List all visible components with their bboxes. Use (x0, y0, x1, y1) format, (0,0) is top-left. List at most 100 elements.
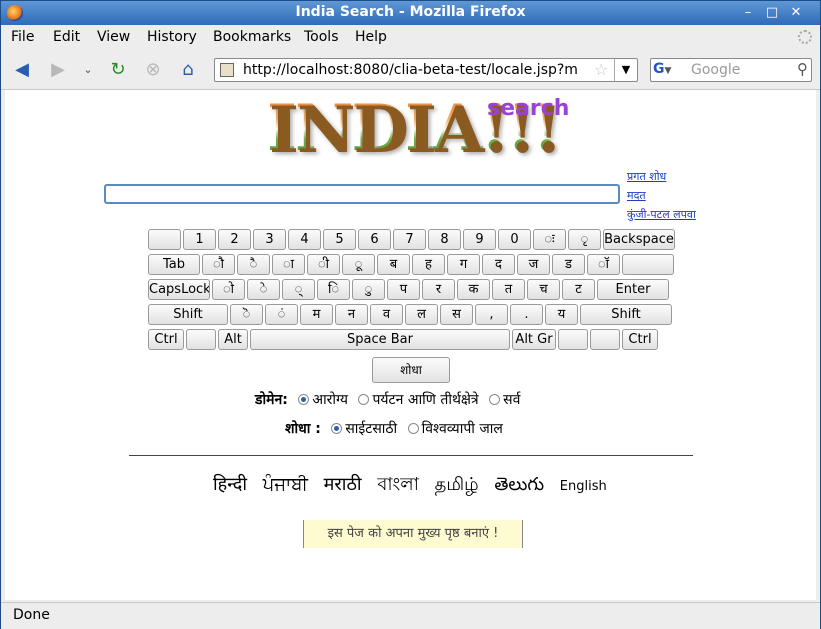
key-row2-5[interactable]: ू (342, 254, 375, 275)
menu-history[interactable]: History (147, 29, 197, 45)
url-dropdown-icon[interactable]: ▼ (614, 59, 637, 81)
key-row3-2[interactable]: े (247, 279, 280, 300)
lang-telugu[interactable]: తెలుగు (494, 474, 544, 495)
maximize-icon[interactable]: □ (762, 4, 782, 22)
url-text[interactable]: http://localhost:8080/clia-beta-test/loc… (243, 62, 583, 78)
key-row3-12[interactable]: Enter (597, 279, 669, 300)
key-row5-1[interactable] (186, 329, 216, 350)
menu-file[interactable]: File (11, 29, 34, 45)
key-row3-5[interactable]: ु (352, 279, 385, 300)
google-engine-icon[interactable]: G▼ (653, 61, 687, 79)
key-row5-2[interactable]: Alt (218, 329, 248, 350)
scope-option-site[interactable]: साईटसाठी (345, 421, 397, 437)
key-row4-11[interactable]: Shift (580, 304, 672, 325)
scope-radio-site[interactable] (331, 422, 343, 434)
key-row1-6[interactable]: 6 (358, 229, 391, 250)
lang-punjabi[interactable]: ਪੰਜਾਬੀ (263, 474, 308, 495)
key-row4-10[interactable]: य (545, 304, 578, 325)
key-row3-9[interactable]: त (492, 279, 525, 300)
search-button[interactable]: शोधा (372, 357, 450, 383)
domain-radio-all[interactable] (489, 393, 501, 405)
key-row3-4[interactable]: ि (317, 279, 350, 300)
key-row4-3[interactable]: म (300, 304, 333, 325)
domain-radio-health[interactable] (298, 393, 310, 405)
key-row3-7[interactable]: र (422, 279, 455, 300)
lang-hindi[interactable]: हिन्दी (213, 474, 247, 495)
forward-icon[interactable]: ▶ (47, 59, 69, 81)
close-icon[interactable]: ✕ (786, 4, 806, 22)
search-box[interactable]: G▼ Google ⚲ (650, 58, 812, 82)
set-homepage-banner[interactable]: इस पेज को अपना मुख्य पृष्ठ बनाएं ! (303, 520, 523, 548)
search-icon[interactable]: ⚲ (797, 60, 808, 78)
key-row1-9[interactable]: 9 (463, 229, 496, 250)
hide-keyboard-link[interactable]: कुंजी-पटल लपवा (627, 205, 696, 224)
help-link[interactable]: मदत (627, 186, 696, 205)
key-row3-8[interactable]: क (457, 279, 490, 300)
key-row5-7[interactable]: Ctrl (622, 329, 658, 350)
menu-view[interactable]: View (97, 29, 130, 45)
key-row2-8[interactable]: ग (447, 254, 480, 275)
back-icon[interactable]: ◀ (11, 59, 33, 81)
key-row3-1[interactable]: ो (212, 279, 245, 300)
key-row2-7[interactable]: ह (412, 254, 445, 275)
key-row2-10[interactable]: ज (517, 254, 550, 275)
scope-option-web[interactable]: विश्वव्यापी जाल (422, 421, 503, 437)
menu-edit[interactable]: Edit (53, 29, 80, 45)
key-row1-0[interactable] (148, 229, 181, 250)
key-row3-0[interactable]: CapsLock (148, 279, 210, 300)
key-row4-5[interactable]: व (370, 304, 403, 325)
key-row4-9[interactable]: . (510, 304, 543, 325)
key-row5-4[interactable]: Alt Gr (512, 329, 556, 350)
lang-tamil[interactable]: தமிழ் (435, 474, 479, 495)
key-row2-6[interactable]: ब (377, 254, 410, 275)
key-row4-6[interactable]: ल (405, 304, 438, 325)
menu-help[interactable]: Help (355, 29, 387, 45)
key-row4-8[interactable]: , (475, 304, 508, 325)
key-row5-3[interactable]: Space Bar (250, 329, 510, 350)
key-row1-8[interactable]: 8 (428, 229, 461, 250)
key-row3-10[interactable]: च (527, 279, 560, 300)
key-row5-0[interactable]: Ctrl (148, 329, 184, 350)
key-row1-7[interactable]: 7 (393, 229, 426, 250)
key-row5-5[interactable] (558, 329, 588, 350)
key-row4-1[interactable]: ॆ (230, 304, 263, 325)
key-row4-2[interactable]: ं (265, 304, 298, 325)
lang-english[interactable]: English (560, 479, 607, 494)
key-row1-13[interactable]: Backspace (603, 229, 675, 250)
domain-option-health[interactable]: आरोग्य (312, 392, 348, 408)
reload-icon[interactable]: ↻ (107, 59, 129, 81)
key-row2-12[interactable]: ॉ (587, 254, 620, 275)
key-row1-5[interactable]: 5 (323, 229, 356, 250)
scope-radio-web[interactable] (407, 422, 419, 434)
advanced-search-link[interactable]: प्रगत शोध (627, 167, 696, 186)
key-row2-9[interactable]: द (482, 254, 515, 275)
key-row1-1[interactable]: 1 (183, 229, 216, 250)
key-row2-11[interactable]: ड (552, 254, 585, 275)
lang-marathi[interactable]: मराठी (324, 474, 362, 495)
key-row5-6[interactable] (590, 329, 620, 350)
stop-icon[interactable]: ⊗ (142, 59, 164, 81)
key-row2-3[interactable]: ा (272, 254, 305, 275)
key-row2-4[interactable]: ी (307, 254, 340, 275)
key-row1-10[interactable]: 0 (498, 229, 531, 250)
domain-option-all[interactable]: सर्व (503, 392, 520, 408)
history-dropdown-icon[interactable]: ⌄ (77, 59, 99, 81)
domain-radio-tourism[interactable] (358, 393, 370, 405)
key-row2-0[interactable]: Tab (148, 254, 200, 275)
key-row2-1[interactable]: ौ (202, 254, 235, 275)
domain-option-tourism[interactable]: पर्यटन आणि तीर्थक्षेत्रे (372, 392, 478, 408)
menu-tools[interactable]: Tools (304, 29, 339, 45)
minimize-icon[interactable]: – (738, 4, 758, 22)
bookmark-star-icon[interactable]: ☆ (594, 60, 608, 79)
key-row3-11[interactable]: ट (562, 279, 595, 300)
key-row1-2[interactable]: 2 (218, 229, 251, 250)
key-row4-0[interactable]: Shift (148, 304, 228, 325)
key-row4-7[interactable]: स (440, 304, 473, 325)
lang-bengali[interactable]: বাংলা (377, 474, 419, 495)
address-bar[interactable]: http://localhost:8080/clia-beta-test/loc… (214, 58, 638, 82)
key-row2-13[interactable] (622, 254, 674, 275)
key-row1-3[interactable]: 3 (253, 229, 286, 250)
key-row4-4[interactable]: न (335, 304, 368, 325)
menu-bookmarks[interactable]: Bookmarks (213, 29, 291, 45)
key-row1-4[interactable]: 4 (288, 229, 321, 250)
